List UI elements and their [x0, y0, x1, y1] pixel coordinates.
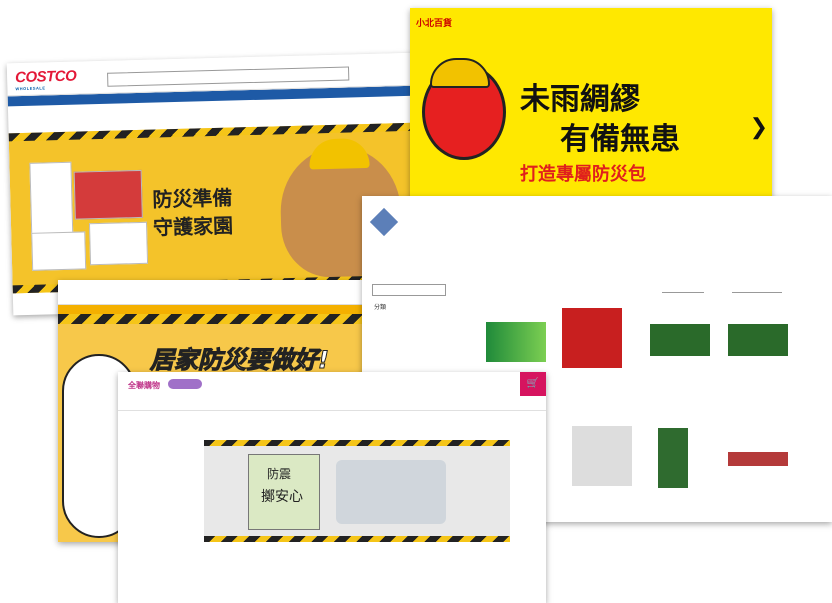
product-image [572, 426, 632, 486]
costco-screenshot: COSTCO WHOLESALE 防災準備 守護家園 [6, 52, 424, 316]
hazard-stripe [204, 536, 510, 542]
product-card[interactable] [658, 428, 718, 488]
site-header: 全聯購物 🛒 [118, 372, 546, 396]
product-card[interactable] [572, 426, 632, 486]
costco-search-input[interactable] [107, 66, 350, 87]
hard-hat-icon [430, 58, 490, 88]
product-box-image [73, 169, 143, 220]
banner-line-2: 有備無患 [560, 122, 680, 157]
costco-logo[interactable]: COSTCO WHOLESALE [15, 68, 77, 92]
product-card[interactable] [486, 322, 546, 362]
banner-headline: 防災準備 守護家園 [152, 185, 234, 240]
banner-line-1: 未雨綢繆 [520, 82, 640, 117]
sort-select[interactable] [662, 284, 704, 293]
product-image [658, 428, 688, 488]
xiaobei-header: 小北百貨 [410, 8, 772, 44]
family-illustration [336, 460, 446, 524]
hazard-stripe [8, 122, 419, 142]
hazard-stripe [58, 314, 366, 324]
xiaobei-banner[interactable]: 未雨綢繆 有備無患 打造專屬防災包 ❯ [410, 44, 772, 204]
divider [118, 410, 546, 411]
safety-sign: 防震 擲安心 [248, 454, 320, 530]
hard-hat-icon [308, 137, 370, 170]
product-card[interactable] [728, 324, 788, 356]
xiaobei-logo[interactable]: 小北百貨 [416, 16, 452, 29]
filter-select[interactable] [732, 284, 782, 293]
chevron-right-icon[interactable]: ❯ [750, 114, 768, 140]
site-logo[interactable]: 全聯購物 [128, 380, 160, 391]
banner-line-3: 打造專屬防災包 [520, 164, 646, 185]
cart-icon[interactable]: 🛒 [520, 372, 546, 396]
search-input[interactable] [372, 284, 446, 296]
canned-food-image [31, 231, 87, 271]
product-card[interactable] [562, 308, 622, 368]
product-image [728, 452, 788, 466]
zhenyu-logo-icon[interactable] [369, 207, 399, 237]
product-image [728, 324, 788, 356]
product-card[interactable] [728, 452, 788, 466]
fifth-site-screenshot: 全聯購物 🛒 防震 擲安心 [118, 372, 546, 603]
banner-title: 居家防災要做好! [150, 346, 330, 375]
product-image [486, 322, 546, 362]
product-image [562, 308, 622, 368]
category-label: 分類 [374, 305, 387, 311]
product-card[interactable] [650, 324, 710, 356]
product-image [650, 324, 710, 356]
costco-banner[interactable]: 防災準備 守護家園 [8, 122, 423, 294]
water-bottle-image [29, 161, 74, 235]
battery-pack-image [88, 221, 149, 266]
earthquake-banner[interactable]: 防震 擲安心 [204, 440, 510, 542]
xiaobei-screenshot: 小北百貨 未雨綢繆 有備無患 打造專屬防災包 ❯ [410, 8, 772, 204]
hazard-stripe [204, 440, 510, 446]
site-header [58, 280, 366, 305]
promo-pill-button[interactable] [168, 379, 202, 389]
